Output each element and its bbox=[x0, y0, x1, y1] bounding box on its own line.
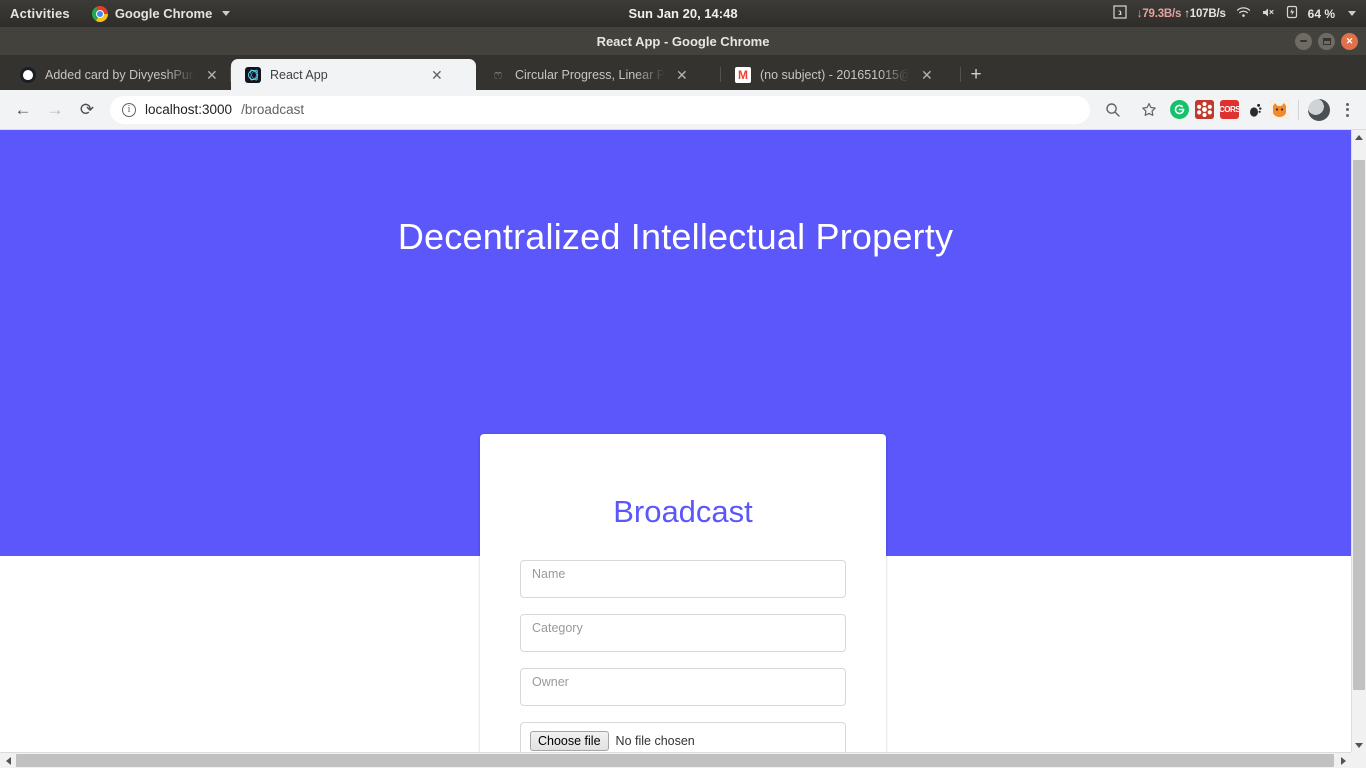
forward-button[interactable]: → bbox=[40, 95, 70, 125]
choose-file-button[interactable]: Choose file bbox=[530, 731, 609, 751]
battery-charging-icon[interactable] bbox=[1286, 5, 1298, 22]
horizontal-scrollbar[interactable] bbox=[0, 752, 1366, 768]
scroll-down-arrow-icon[interactable] bbox=[1352, 738, 1366, 753]
chrome-menu-icon[interactable] bbox=[1336, 102, 1358, 117]
file-status-label: No file chosen bbox=[615, 734, 695, 748]
chevron-down-icon bbox=[222, 11, 231, 16]
close-button[interactable]: ✕ bbox=[1341, 32, 1358, 50]
scroll-left-arrow-icon[interactable] bbox=[0, 753, 16, 768]
network-upload-rate: ↑107B/s bbox=[1184, 7, 1226, 20]
web-page: Decentralized Intellectual Property Broa… bbox=[0, 130, 1351, 768]
tab-material-ui[interactable]: ෆ Circular Progress, Linear Prog ✕ bbox=[476, 59, 721, 90]
tab-react-app[interactable]: React App ✕ bbox=[231, 59, 476, 90]
category-input[interactable]: Category bbox=[520, 614, 846, 652]
red-extension-icon[interactable] bbox=[1195, 100, 1214, 119]
fox-extension-icon[interactable] bbox=[1270, 100, 1289, 119]
maximize-button[interactable] bbox=[1318, 32, 1335, 50]
owner-input-placeholder: Owner bbox=[532, 675, 569, 689]
address-bar[interactable]: i localhost:3000/broadcast bbox=[110, 95, 1090, 124]
gmail-icon: M bbox=[735, 66, 751, 83]
toolbar-divider bbox=[1298, 99, 1299, 120]
app-menu-label: Google Chrome bbox=[114, 6, 213, 21]
react-icon bbox=[245, 66, 261, 83]
battery-percent-label: 64 % bbox=[1307, 6, 1335, 21]
tab-close-icon[interactable]: ✕ bbox=[204, 66, 220, 84]
card-title: Broadcast bbox=[613, 494, 753, 529]
tab-strip: Added card by DivyeshPuri · P ✕ React Ap… bbox=[0, 55, 1366, 90]
reload-button[interactable]: ⟳ bbox=[72, 95, 102, 125]
scroll-up-arrow-icon[interactable] bbox=[1352, 130, 1366, 145]
search-icon[interactable] bbox=[1098, 95, 1128, 125]
activities-button[interactable]: Activities bbox=[10, 6, 70, 21]
tab-divider bbox=[960, 67, 961, 82]
url-path: /broadcast bbox=[241, 102, 305, 117]
browser-toolbar: ← → ⟳ i localhost:3000/broadcast CORS bbox=[0, 90, 1366, 130]
toolbar-actions: CORS bbox=[1098, 95, 1358, 125]
tab-github[interactable]: Added card by DivyeshPuri · P ✕ bbox=[6, 59, 231, 90]
gnome-top-bar: Activities Google Chrome Sun Jan 20, 14:… bbox=[0, 0, 1366, 27]
wifi-icon[interactable] bbox=[1236, 6, 1251, 22]
name-input[interactable]: Name bbox=[520, 560, 846, 598]
tab-title: (no subject) - 201651015@iiitv bbox=[760, 67, 910, 82]
tab-close-icon[interactable]: ✕ bbox=[674, 66, 690, 84]
vertical-scrollbar-thumb[interactable] bbox=[1353, 160, 1365, 690]
owner-input[interactable]: Owner bbox=[520, 668, 846, 706]
back-button[interactable]: ← bbox=[8, 95, 38, 125]
system-tray: ג ↓79.3B/s ↑107B/s 64 % bbox=[1113, 5, 1356, 22]
tab-title: React App bbox=[270, 67, 328, 82]
network-speed-indicator: ↓79.3B/s ↑107B/s bbox=[1137, 8, 1226, 20]
tab-title: Circular Progress, Linear Prog bbox=[515, 67, 665, 82]
scroll-right-arrow-icon[interactable] bbox=[1335, 753, 1351, 768]
scrollbar-corner bbox=[1351, 752, 1366, 768]
gnome-extension-icon[interactable] bbox=[1245, 100, 1264, 119]
horizontal-scrollbar-thumb[interactable] bbox=[16, 754, 1334, 767]
cors-extension-icon[interactable]: CORS bbox=[1220, 100, 1239, 119]
tab-close-icon[interactable]: ✕ bbox=[429, 66, 445, 84]
url-host: localhost:3000 bbox=[145, 102, 233, 117]
app-menu[interactable]: Google Chrome bbox=[91, 5, 231, 22]
minimize-button[interactable] bbox=[1295, 32, 1312, 50]
window-title: React App - Google Chrome bbox=[596, 33, 770, 49]
window-controls: ✕ bbox=[1295, 27, 1358, 55]
github-icon bbox=[20, 66, 36, 83]
network-download-rate: ↓79.3B/s bbox=[1136, 7, 1182, 20]
tab-title: Added card by DivyeshPuri · P bbox=[45, 67, 195, 82]
keyboard-layout-icon[interactable]: ג bbox=[1113, 5, 1127, 22]
chrome-logo-icon bbox=[91, 5, 108, 22]
site-info-icon[interactable]: i bbox=[122, 102, 136, 117]
bookmark-star-icon[interactable] bbox=[1134, 95, 1164, 125]
grammarly-extension-icon[interactable] bbox=[1170, 100, 1189, 119]
page-viewport: Decentralized Intellectual Property Broa… bbox=[0, 130, 1366, 768]
tab-close-icon[interactable]: ✕ bbox=[919, 66, 935, 84]
system-menu-chevron-icon[interactable] bbox=[1348, 11, 1356, 16]
tab-gmail[interactable]: M (no subject) - 201651015@iiitv ✕ bbox=[721, 59, 961, 90]
broadcast-card: Broadcast Name Category Owner Choose fil… bbox=[480, 434, 886, 768]
material-ui-icon: ෆ bbox=[493, 66, 503, 82]
name-input-placeholder: Name bbox=[532, 567, 566, 581]
volume-muted-icon[interactable] bbox=[1261, 6, 1276, 22]
profile-avatar[interactable] bbox=[1308, 98, 1330, 121]
window-title-bar: React App - Google Chrome ✕ bbox=[0, 27, 1366, 55]
page-title: Decentralized Intellectual Property bbox=[397, 216, 954, 257]
svg-text:ג: ג bbox=[1118, 8, 1122, 17]
new-tab-button[interactable]: + bbox=[961, 60, 991, 90]
category-input-placeholder: Category bbox=[532, 621, 583, 635]
vertical-scrollbar[interactable] bbox=[1351, 130, 1366, 753]
